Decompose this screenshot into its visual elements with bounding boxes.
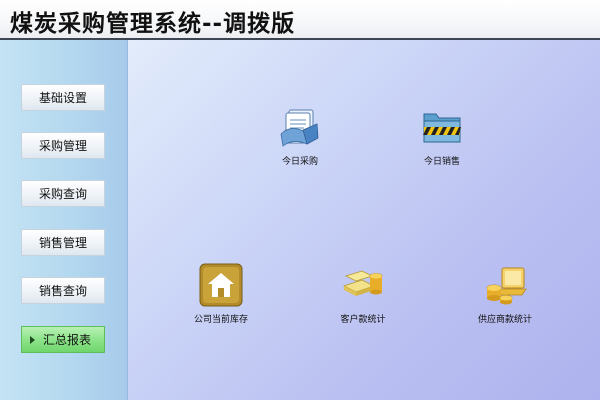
sidebar-item-purchase-management[interactable]: 采购管理 [21,132,105,159]
sidebar-item-label: 采购管理 [38,139,87,153]
app-title: 煤炭采购管理系统--调拨版 [10,11,296,37]
tile-company-inventory[interactable]: 公司当前库存 [166,262,276,325]
tile-label: 今日销售 [423,157,460,167]
sidebar-item-basic-settings[interactable]: 基础设置 [21,84,105,111]
sidebar-item-label: 汇总报表 [43,333,92,347]
tile-today-purchase[interactable]: 今日采购 [245,104,355,167]
tile-customer-payments[interactable]: 客户款统计 [308,262,418,325]
folder-icon [423,113,461,143]
money-stack-icon [342,270,383,296]
document-icon [280,109,319,147]
app-window: 煤炭采购管理系统--调拨版 基础设置 采购管理 采购查询 销售管理 销售查询 汇… [0,0,600,400]
sidebar-item-label: 销售查询 [38,284,87,298]
sidebar-item-label: 基础设置 [38,91,87,105]
tile-supplier-payments[interactable]: 供应商款统计 [450,262,560,325]
coins-laptop-icon [486,267,527,305]
sidebar-item-sales-query[interactable]: 销售查询 [21,277,105,304]
sidebar: 基础设置 采购管理 采购查询 销售管理 销售查询 汇总报表 [0,40,128,400]
sidebar-item-sales-management[interactable]: 销售管理 [21,229,105,256]
title-bar: 煤炭采购管理系统--调拨版 [0,0,600,40]
warehouse-icon [199,263,243,307]
tile-label: 供应商款统计 [477,315,532,325]
main-panel: 今日采购 今日销售 公司当前库存 客户款统计 供应商款统计 [128,40,600,400]
sidebar-item-label: 销售管理 [38,236,87,250]
tile-label: 客户款统计 [340,315,386,325]
tile-today-sales[interactable]: 今日销售 [387,104,497,167]
sidebar-item-label: 采购查询 [38,187,87,201]
tile-label: 公司当前库存 [193,315,248,325]
sidebar-item-purchase-query[interactable]: 采购查询 [21,180,105,207]
tile-label: 今日采购 [281,157,318,167]
caret-right-icon [30,335,35,344]
sidebar-item-summary-report[interactable]: 汇总报表 [21,326,105,353]
